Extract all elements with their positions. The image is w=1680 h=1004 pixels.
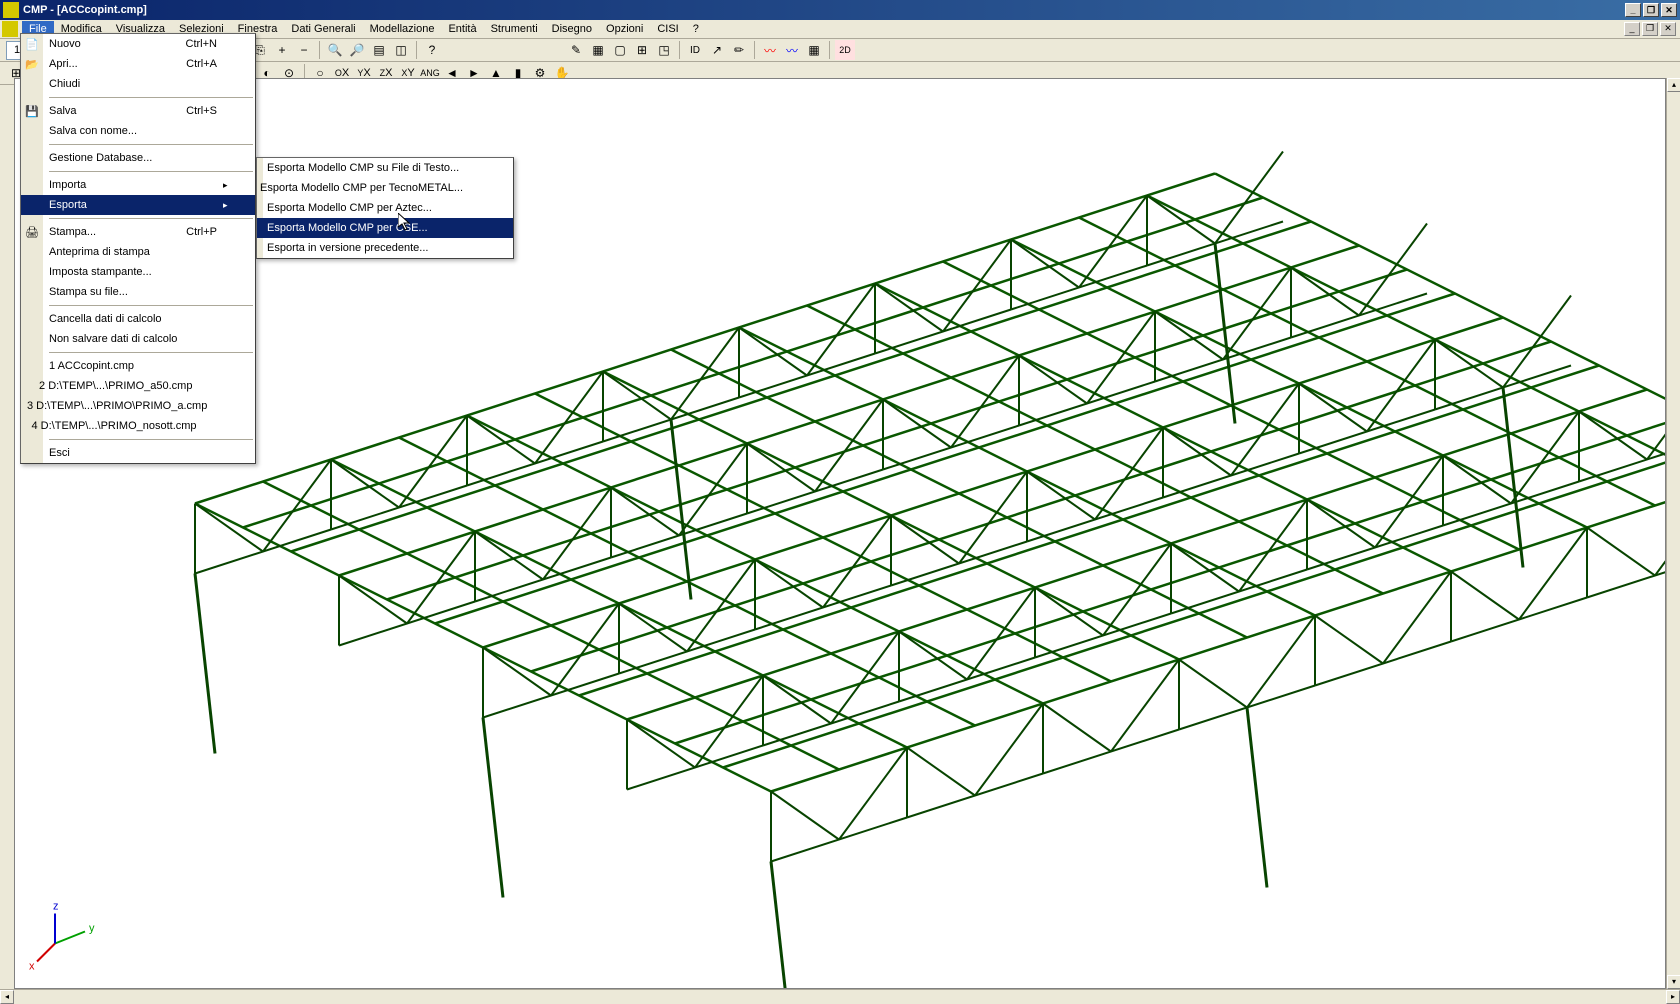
file-dropdown: 📄NuovoCtrl+N📂Apri...Ctrl+AChiudi 💾SalvaCt… <box>20 33 256 464</box>
menu-cisi[interactable]: CISI <box>650 21 685 37</box>
file-menu-item[interactable]: Non salvare dati di calcolo <box>21 329 255 349</box>
minimize-button[interactable]: _ <box>1625 3 1641 17</box>
title-bar: CMP - [ACCcopint.cmp] _ ❐ ✕ <box>0 0 1680 20</box>
file-menu-item[interactable]: 💾SalvaCtrl+S <box>21 101 255 121</box>
file-menu-item[interactable]: Gestione Database... <box>21 148 255 168</box>
scroll-left-icon[interactable]: ◂ <box>0 990 14 1004</box>
tool-icon[interactable]: ▢ <box>610 40 630 60</box>
minus-icon[interactable]: − <box>294 40 314 60</box>
zoom-out-icon[interactable]: 🔎 <box>347 40 367 60</box>
file-menu-item[interactable]: 3 D:\TEMP\...\PRIMO\PRIMO_a.cmp <box>21 396 255 416</box>
wave-icon[interactable]: 〰 <box>760 40 780 60</box>
doc-icon <box>2 21 18 37</box>
tool-icon[interactable]: ◫ <box>391 40 411 60</box>
export-submenu: Esporta Modello CMP su File di Testo...E… <box>256 157 514 259</box>
window-buttons: _ ❐ ✕ <box>1625 3 1677 17</box>
close-button[interactable]: ✕ <box>1661 3 1677 17</box>
highlight-icon[interactable]: ✏ <box>729 40 749 60</box>
mdi-buttons: _ ❐ ✕ <box>1624 22 1680 36</box>
file-menu-item[interactable]: Chiudi <box>21 74 255 94</box>
svg-text:z: z <box>53 901 59 913</box>
file-menu-item[interactable]: Imposta stampante... <box>21 262 255 282</box>
mdi-restore[interactable]: ❐ <box>1642 22 1658 36</box>
file-menu-item[interactable]: Anteprima di stampa <box>21 242 255 262</box>
menu-disegno[interactable]: Disegno <box>545 21 599 37</box>
wave-icon[interactable]: 〰 <box>782 40 802 60</box>
vertical-scrollbar[interactable]: ▴ ▾ <box>1666 78 1680 989</box>
id-icon[interactable]: ID <box>685 40 705 60</box>
file-menu-item[interactable]: Cancella dati di calcolo <box>21 309 255 329</box>
zoom-in-icon[interactable]: 🔍 <box>325 40 345 60</box>
file-menu-item[interactable]: Importa▸ <box>21 175 255 195</box>
menu-strumenti[interactable]: Strumenti <box>484 21 545 37</box>
menu-modellazione[interactable]: Modellazione <box>363 21 442 37</box>
file-menu-item[interactable]: 📂Apri...Ctrl+A <box>21 54 255 74</box>
pencil-icon[interactable]: ✎ <box>566 40 586 60</box>
2d-icon[interactable]: 2D <box>835 40 855 60</box>
layers-icon[interactable]: ▤ <box>369 40 389 60</box>
restore-button[interactable]: ❐ <box>1643 3 1659 17</box>
grid-icon[interactable]: ▦ <box>804 40 824 60</box>
file-menu-item[interactable]: Esporta▸ <box>21 195 255 215</box>
export-menu-item[interactable]: Esporta Modello CMP per TecnoMETAL... <box>257 178 513 198</box>
file-menu-item[interactable]: 4 D:\TEMP\...\PRIMO_nosott.cmp <box>21 416 255 436</box>
menu-dati-generali[interactable]: Dati Generali <box>284 21 362 37</box>
tool-icon[interactable]: ⊞ <box>632 40 652 60</box>
svg-text:y: y <box>89 923 95 935</box>
file-menu-item[interactable]: Esci <box>21 443 255 463</box>
file-menu-item[interactable]: Salva con nome... <box>21 121 255 141</box>
menu-entita[interactable]: Entità <box>441 21 483 37</box>
scroll-down-icon[interactable]: ▾ <box>1667 975 1680 989</box>
horizontal-scrollbar[interactable]: ◂ ▸ <box>0 989 1680 1003</box>
file-menu-item[interactable]: 1 ACCcopint.cmp <box>21 356 255 376</box>
file-menu-item[interactable]: Stampa su file... <box>21 282 255 302</box>
app-icon <box>3 2 19 18</box>
export-menu-item[interactable]: Esporta Modello CMP per Aztec... <box>257 198 513 218</box>
file-menu-item[interactable]: 🖨Stampa...Ctrl+P <box>21 222 255 242</box>
export-menu-item[interactable]: Esporta Modello CMP per CSE... <box>257 218 513 238</box>
window-title: CMP - [ACCcopint.cmp] <box>23 4 1625 16</box>
file-menu-item[interactable]: 📄NuovoCtrl+N <box>21 34 255 54</box>
export-menu-item[interactable]: Esporta in versione precedente... <box>257 238 513 258</box>
export-menu-item[interactable]: Esporta Modello CMP su File di Testo... <box>257 158 513 178</box>
mdi-close[interactable]: ✕ <box>1660 22 1676 36</box>
plus-icon[interactable]: + <box>272 40 292 60</box>
file-menu-item[interactable]: 2 D:\TEMP\...\PRIMO_a50.cmp <box>21 376 255 396</box>
menu-help[interactable]: ? <box>686 21 706 37</box>
mdi-minimize[interactable]: _ <box>1624 22 1640 36</box>
menu-opzioni[interactable]: Opzioni <box>599 21 650 37</box>
tool-icon[interactable]: ◳ <box>654 40 674 60</box>
arrow-icon[interactable]: ↗ <box>707 40 727 60</box>
help-icon[interactable]: ? <box>422 40 442 60</box>
tool-icon[interactable]: ▦ <box>588 40 608 60</box>
scroll-up-icon[interactable]: ▴ <box>1667 78 1680 92</box>
svg-text:x: x <box>29 961 35 973</box>
scroll-right-icon[interactable]: ▸ <box>1666 990 1680 1004</box>
